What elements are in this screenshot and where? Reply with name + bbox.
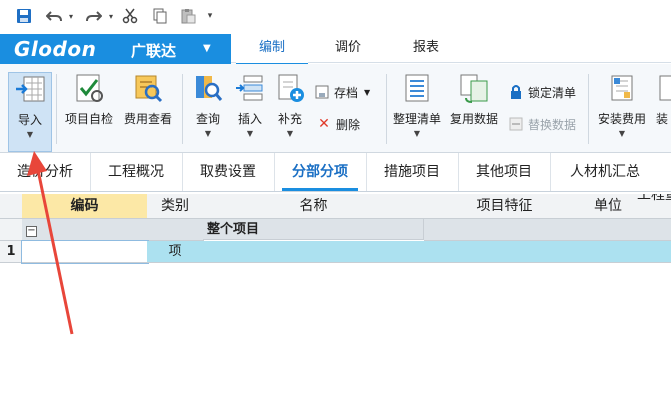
annotation-arrow: [27, 151, 74, 335]
